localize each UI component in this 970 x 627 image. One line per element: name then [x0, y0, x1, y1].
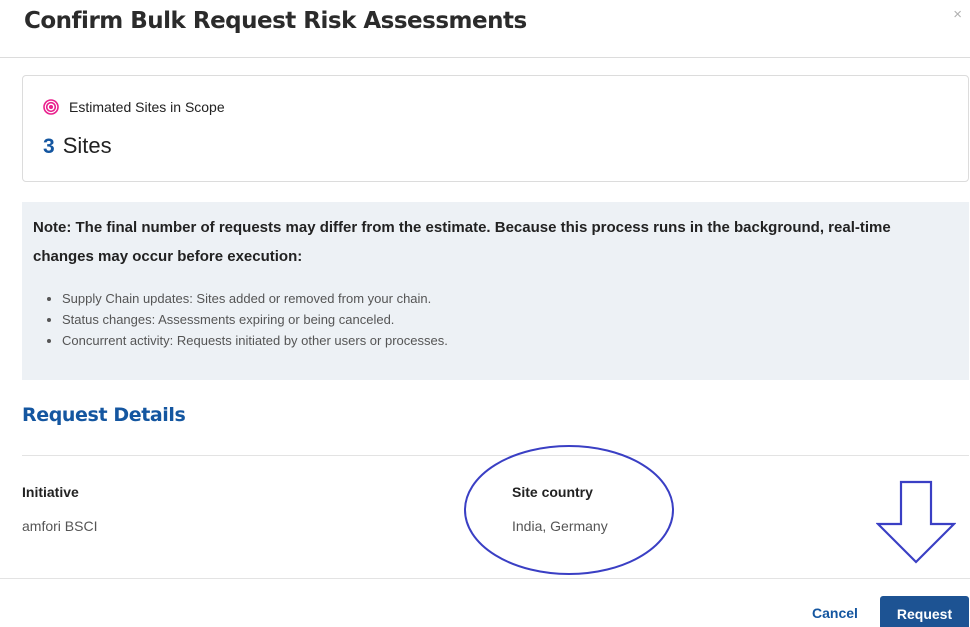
scope-count-row: 3 Sites: [43, 133, 112, 159]
annotation-ellipse: [464, 445, 674, 575]
footer-divider: [0, 578, 970, 579]
note-list: Supply Chain updates: Sites added or rem…: [62, 288, 448, 351]
scope-unit: Sites: [62, 133, 112, 158]
modal-header: Confirm Bulk Request Risk Assessments ×: [0, 0, 970, 58]
cancel-button[interactable]: Cancel: [812, 605, 858, 621]
request-details-title: Request Details: [22, 404, 186, 426]
list-item: Status changes: Assessments expiring or …: [62, 309, 448, 330]
initiative-label: Initiative: [22, 484, 79, 500]
scope-card: Estimated Sites in Scope 3 Sites: [22, 75, 969, 182]
scope-label: Estimated Sites in Scope: [69, 99, 225, 115]
list-item: Supply Chain updates: Sites added or rem…: [62, 288, 448, 309]
close-icon[interactable]: ×: [953, 6, 962, 23]
scope-label-row: Estimated Sites in Scope: [43, 99, 225, 115]
list-item: Concurrent activity: Requests initiated …: [62, 330, 448, 351]
annotation-down-arrow-icon: [876, 480, 956, 564]
target-icon: [43, 99, 59, 115]
modal-title: Confirm Bulk Request Risk Assessments: [24, 8, 527, 34]
note-text: Note: The final number of requests may d…: [33, 219, 891, 265]
scope-count: 3: [43, 135, 55, 158]
request-button[interactable]: Request: [880, 596, 969, 627]
initiative-value: amfori BSCI: [22, 518, 98, 534]
note-box: Note: The final number of requests may d…: [22, 202, 969, 380]
